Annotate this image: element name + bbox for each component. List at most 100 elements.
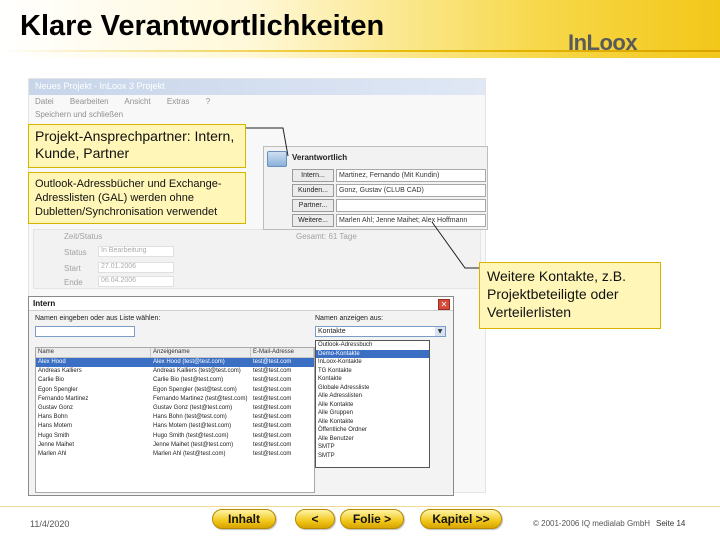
table-row[interactable]: Andreas Kalliers Andreas Kalliers (test@t… <box>36 367 314 376</box>
bg-toolbar-save[interactable]: Speichern und schließen <box>29 109 485 121</box>
dropdown-item[interactable]: Globale Adressliste <box>316 384 429 393</box>
addressbook-dropdown-list: Outlook-Adressbuch Demo-Kontakte InLoox-Ko… <box>315 340 430 468</box>
weitere-button[interactable]: Weitere... <box>292 214 334 227</box>
bg-menu-item[interactable]: Extras <box>167 97 190 106</box>
addressbook-selected: Kontakte <box>318 328 346 335</box>
table-cell-display: Hugo Smith (test@test.com) <box>153 432 229 439</box>
contacts-table: Name Anzeigename E-Mail-Adresse Alex Hoo… <box>35 347 315 493</box>
bg-window-titlebar: Neues Projekt - InLoox 3 Projekt <box>29 79 485 95</box>
table-cell-email: test@test.com <box>253 432 292 439</box>
table-cell-name: Egon Spengler <box>38 386 78 393</box>
bg-menubar: Datei Bearbeiten Ansicht Extras ? <box>29 95 485 109</box>
kunden-field[interactable]: Gonz, Gustav (CLUB CAD) <box>336 184 486 197</box>
table-row[interactable]: Egon Spengler Egon Spengler (test@test.co… <box>36 386 314 395</box>
table-cell-email: test@test.com <box>253 377 292 384</box>
table-row[interactable]: Hugo Smith Hugo Smith (test@test.com) test… <box>36 432 314 441</box>
inloox-logo: InLoox <box>568 30 638 56</box>
bg-row-label: Start <box>64 264 81 273</box>
footer-divider <box>0 506 720 507</box>
table-cell-name: Alex Hood <box>38 359 66 365</box>
table-cell-email: test@test.com <box>253 423 292 430</box>
contacts-icon <box>267 151 287 167</box>
kunden-button[interactable]: Kunden... <box>292 184 334 197</box>
table-cell-name: Hans Bohn <box>38 414 68 421</box>
table-cell-display: Hans Bohn (test@test.com) <box>153 414 227 421</box>
dropdown-item[interactable]: SMTP <box>316 452 429 461</box>
column-header-email[interactable]: E-Mail-Adresse <box>251 348 314 357</box>
table-cell-email: test@test.com <box>253 414 292 421</box>
dropdown-item[interactable]: SMTP <box>316 443 429 452</box>
table-row[interactable]: Jenne Maihet Jenne Maihet (test@test.com)… <box>36 441 314 450</box>
table-cell-display: Marlen Ahl (test@test.com) <box>153 450 226 457</box>
table-cell-display: Hans Motem (test@test.com) <box>153 423 232 430</box>
intern-button[interactable]: Intern... <box>292 169 334 182</box>
table-row[interactable]: Carlie Bio Carlie Bio (test@test.com) test… <box>36 376 314 385</box>
weitere-field[interactable]: Marlen Ahl; Jenne Maihet; Alex Hoffmann <box>336 214 486 227</box>
dropdown-item[interactable]: Alle Kontakte <box>316 401 429 410</box>
next-chapter-button[interactable]: Kapitel >> <box>420 509 502 529</box>
table-cell-display: Andreas Kalliers (test@test.com) <box>153 368 241 375</box>
bg-row-label: Status <box>64 248 87 257</box>
back-button[interactable]: < <box>295 509 335 529</box>
dropdown-item[interactable]: Outlook-Adressbuch <box>316 341 429 350</box>
partner-field[interactable] <box>336 199 486 212</box>
table-row[interactable]: Fernando Martinez Fernando Martinez (test… <box>36 395 314 404</box>
bg-hint-text: Gesamt: 61 Tage <box>296 232 357 241</box>
bg-row-label: Ende <box>64 278 83 287</box>
column-header-name[interactable]: Name <box>36 348 151 357</box>
footer-date: 11/4/2020 <box>30 519 70 529</box>
bg-menu-item[interactable]: Ansicht <box>124 97 150 106</box>
table-row[interactable]: Marlen Ahl Marlen Ahl (test@test.com) test… <box>36 450 314 459</box>
table-header: Name Anzeigename E-Mail-Adresse <box>36 348 314 358</box>
table-row[interactable]: Hans Motem Hans Motem (test@test.com) test… <box>36 422 314 431</box>
table-cell-display: Gustav Gonz (test@test.com) <box>153 404 233 411</box>
table-cell-name: Gustav Gonz <box>38 404 74 411</box>
bg-menu-item[interactable]: Bearbeiten <box>70 97 109 106</box>
addressbook-label: Namen anzeigen aus: <box>315 315 384 322</box>
bg-menu-item[interactable]: ? <box>206 97 210 106</box>
table-cell-display: Jenne Maihet (test@test.com) <box>153 441 234 448</box>
dialog-title: Intern <box>33 299 56 308</box>
table-cell-name: Carlie Bio <box>38 377 65 384</box>
intern-field[interactable]: Martinez, Fernando (Mit Kundin) <box>336 169 486 182</box>
dropdown-item[interactable]: Alle Adresslisten <box>316 392 429 401</box>
bg-row-value[interactable]: 27.01.2006 <box>98 262 174 273</box>
table-cell-name: Marlen Ahl <box>38 450 67 457</box>
bg-menu-item[interactable]: Datei <box>35 97 54 106</box>
table-row[interactable]: Alex Hood Alex Hood (test@test.com) test@t… <box>36 358 314 368</box>
dialog-titlebar: Intern ✕ <box>29 297 453 311</box>
bg-row-value[interactable]: In Bearbeitung <box>98 246 174 257</box>
bg-section-label: Zeit/Status <box>64 232 103 241</box>
column-header-display[interactable]: Anzeigename <box>151 348 251 357</box>
dropdown-item[interactable]: Öffentliche Ordner <box>316 426 429 435</box>
dropdown-item[interactable]: Kontakte <box>316 375 429 384</box>
logo-text: InLoox <box>568 30 638 55</box>
callout-ansprechpartner: Projekt-Ansprechpartner: Intern, Kunde, … <box>28 124 246 168</box>
dropdown-item[interactable]: Alle Benutzer <box>316 435 429 444</box>
bg-row-value[interactable]: 06.04.2006 <box>98 276 174 287</box>
table-cell-display: Carlie Bio (test@test.com) <box>153 377 224 384</box>
table-cell-display: Alex Hood (test@test.com) <box>153 359 225 365</box>
inhalt-button[interactable]: Inhalt <box>212 509 276 529</box>
table-row[interactable]: Hans Bohn Hans Bohn (test@test.com) test@t… <box>36 413 314 422</box>
table-cell-email: test@test.com <box>253 395 292 402</box>
dropdown-item[interactable]: Alle Gruppen <box>316 409 429 418</box>
table-cell-email: test@test.com <box>253 404 292 411</box>
next-slide-button[interactable]: Folie > <box>340 509 404 529</box>
close-icon[interactable]: ✕ <box>438 299 450 310</box>
slide-header: Klare Verantwortlichkeiten InLoox <box>0 0 720 58</box>
dropdown-item[interactable]: Demo-Kontakte <box>316 349 429 358</box>
addressbook-select[interactable]: Kontakte ▼ <box>315 326 446 337</box>
chevron-down-icon[interactable]: ▼ <box>435 327 445 336</box>
table-cell-email: test@test.com <box>253 450 292 457</box>
dropdown-item[interactable]: InLoox-Kontakte <box>316 358 429 367</box>
table-cell-display: Fernando Martinez (test@test.com) <box>153 395 248 402</box>
intern-dialog: Intern ✕ Namen eingeben oder aus Liste w… <box>28 296 454 496</box>
table-cell-display: Egon Spengler (test@test.com) <box>153 386 237 393</box>
table-row[interactable]: Gustav Gonz Gustav Gonz (test@test.com) te… <box>36 404 314 413</box>
partner-button[interactable]: Partner... <box>292 199 334 212</box>
table-cell-name: Andreas Kalliers <box>38 368 82 375</box>
search-input[interactable] <box>35 326 135 337</box>
dropdown-item[interactable]: Alle Kontakte <box>316 418 429 427</box>
dropdown-item[interactable]: TG Kontakte <box>316 367 429 376</box>
